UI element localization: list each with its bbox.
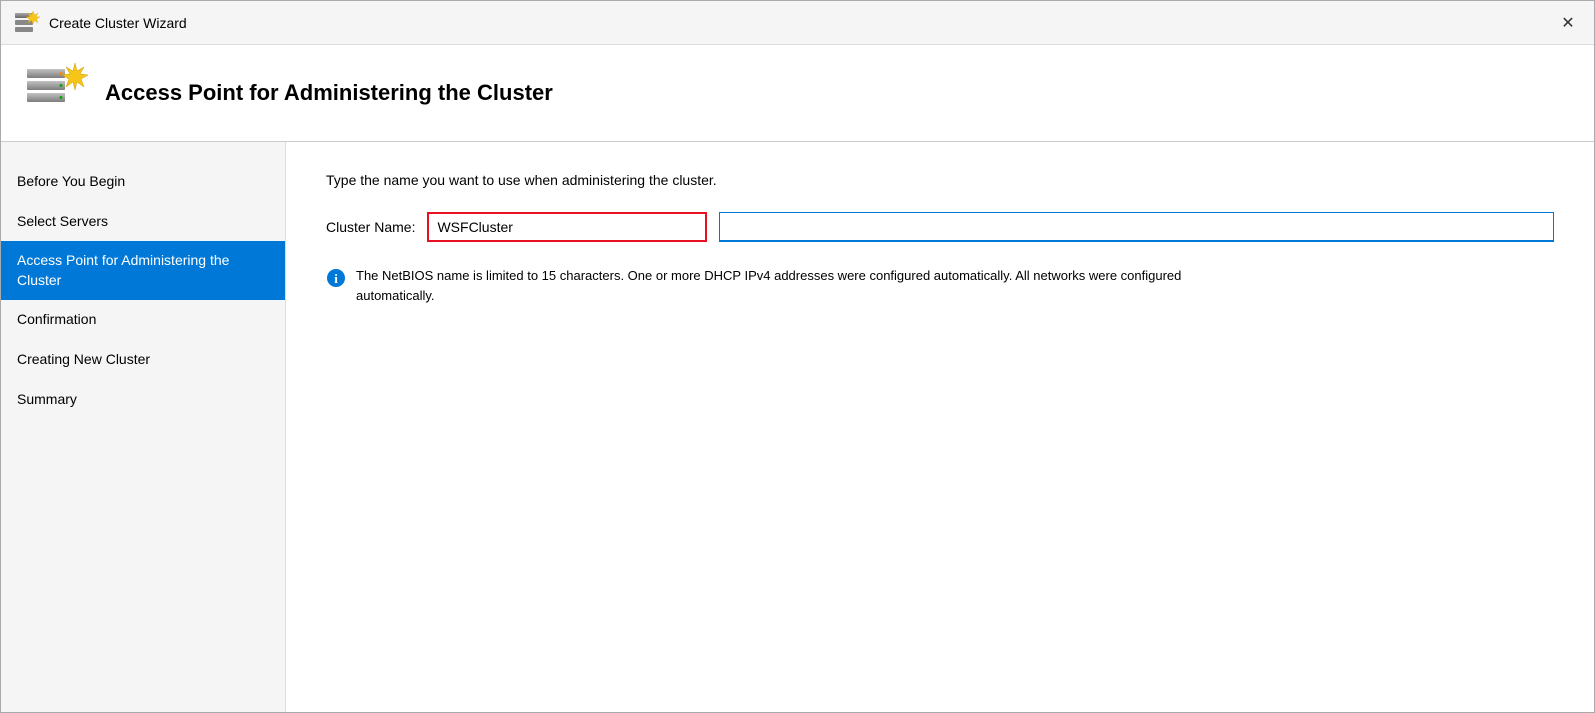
sidebar-item-summary[interactable]: Summary [1,380,285,420]
sidebar-item-before-you-begin[interactable]: Before You Begin [1,162,285,202]
wizard-title-icon [13,9,41,37]
page-title: Access Point for Administering the Clust… [105,80,553,106]
wizard-header: Access Point for Administering the Clust… [1,45,1594,142]
cluster-name-extra-input[interactable] [719,212,1554,242]
info-row: i The NetBIOS name is limited to 15 char… [326,266,1226,305]
info-message: The NetBIOS name is limited to 15 charac… [356,266,1226,305]
cluster-name-label: Cluster Name: [326,219,415,235]
info-icon: i [326,268,346,288]
close-button[interactable]: ✕ [1554,9,1582,37]
create-cluster-wizard-dialog: Create Cluster Wizard ✕ [0,0,1595,713]
title-bar: Create Cluster Wizard ✕ [1,1,1594,45]
main-content: Type the name you want to use when admin… [286,142,1594,712]
instruction-text: Type the name you want to use when admin… [326,172,1554,188]
sidebar-item-access-point[interactable]: Access Point for Administering the Clust… [1,241,285,300]
title-bar-left: Create Cluster Wizard [13,9,187,37]
wizard-body: Before You Begin Select Servers Access P… [1,142,1594,712]
cluster-name-input[interactable] [427,212,707,242]
cluster-name-row: Cluster Name: [326,212,1554,242]
sidebar-item-select-servers[interactable]: Select Servers [1,202,285,242]
sidebar-item-confirmation[interactable]: Confirmation [1,300,285,340]
sidebar: Before You Begin Select Servers Access P… [1,142,286,712]
svg-text:i: i [334,271,338,286]
sidebar-item-creating-new-cluster[interactable]: Creating New Cluster [1,340,285,380]
header-cluster-icon [25,61,89,125]
window-title: Create Cluster Wizard [49,15,187,31]
